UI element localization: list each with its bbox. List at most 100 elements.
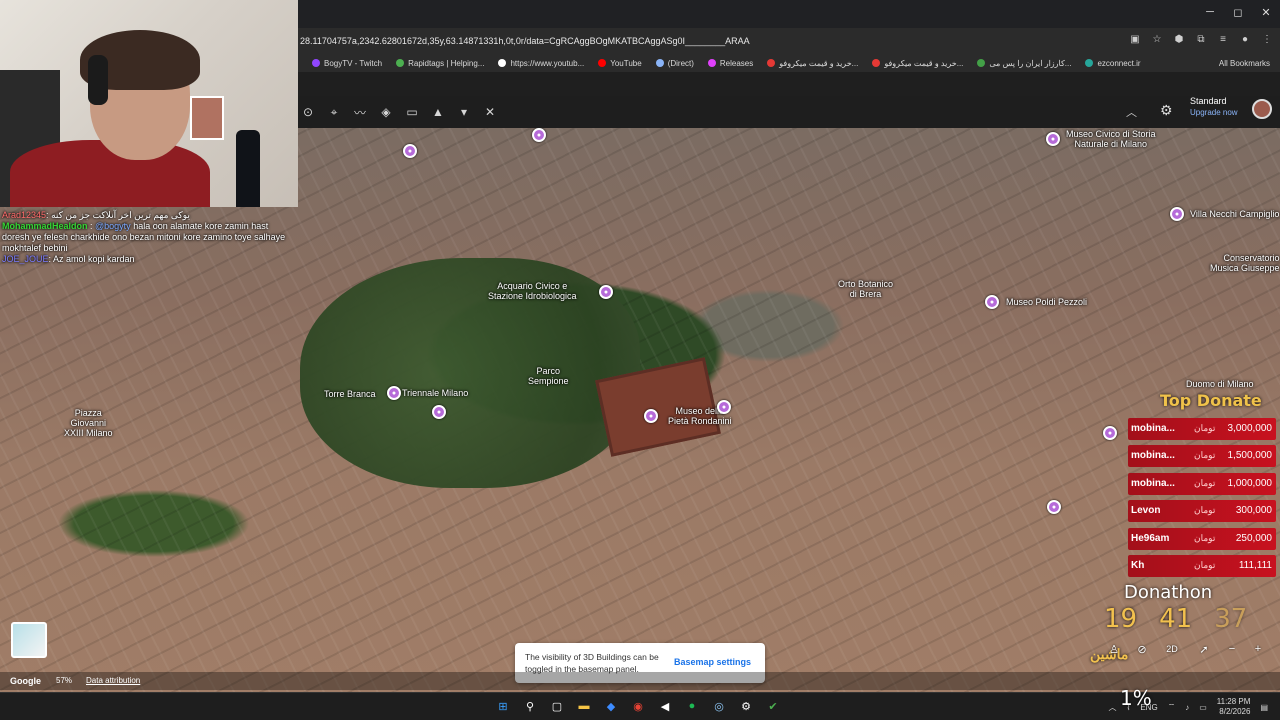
bookmark-favicon-icon [312, 59, 320, 67]
map-pin-icon[interactable]: ● [1170, 207, 1184, 221]
bookmark-item[interactable]: https://www.youtub... [498, 59, 584, 68]
poi-torre-branca[interactable]: Torre Branca [324, 389, 376, 399]
bookmark-item[interactable]: خرید و قیمت میکروفو... [767, 59, 858, 68]
all-bookmarks-button[interactable]: All Bookmarks [1219, 54, 1270, 72]
map-pin-icon[interactable]: ● [1046, 132, 1060, 146]
image-icon[interactable]: ▲ [428, 102, 448, 122]
maximize-icon[interactable]: ◻ [1224, 0, 1252, 24]
menu-icon[interactable]: ≡ [1216, 32, 1230, 46]
puzzle-icon[interactable]: ⧉ [1194, 32, 1208, 46]
file-explorer-icon[interactable]: ▬ [575, 697, 593, 715]
bookmark-item[interactable]: Rapidtags | Helping... [396, 59, 484, 68]
spotify-icon[interactable]: ● [683, 697, 701, 715]
poi-piazza-giovanni[interactable]: Piazza Giovanni XXIII Milano [64, 408, 113, 438]
bookmark-item[interactable]: خرید و قیمت میکروفو... [872, 59, 963, 68]
profile-icon[interactable]: ● [1238, 32, 1252, 46]
bookmark-item[interactable]: Releases [707, 59, 753, 68]
donathon-timer: 19 41 37 [1104, 604, 1247, 634]
donor-amount: 111,111 [1238, 559, 1272, 571]
poi-orto-botanico[interactable]: Orto Botanico di Brera [838, 279, 893, 299]
volume-icon[interactable]: ♪ [1185, 703, 1189, 712]
bookmark-item[interactable]: ezconnect.ir [1085, 59, 1141, 68]
vscode-icon[interactable]: ◆ [602, 697, 620, 715]
upgrade-link[interactable]: Upgrade now [1190, 107, 1238, 118]
epic-icon[interactable]: ◀ [656, 697, 674, 715]
basemap-thumbnail[interactable] [11, 622, 47, 658]
bookmark-favicon-icon [872, 59, 881, 67]
donation-list: mobina... تومان 3,000,000 mobina... تومان 1,5… [1128, 418, 1276, 582]
settings-icon[interactable]: ⚙ [737, 697, 755, 715]
search-icon[interactable]: ⚲ [521, 697, 539, 715]
battery-icon[interactable]: ▭ [1199, 703, 1207, 712]
poi-villa-necchi[interactable]: Villa Necchi Campiglio [1190, 209, 1279, 219]
map-pin-icon[interactable]: ● [403, 144, 417, 158]
notifications-icon[interactable]: ▤ [1260, 703, 1268, 712]
donor-currency: تومان [1194, 559, 1216, 570]
zoom-out-button[interactable]: − [1222, 640, 1242, 658]
windows-start-icon[interactable]: ⊞ [494, 697, 512, 715]
minimize-icon[interactable]: ─ [1196, 0, 1224, 24]
path-icon[interactable]: 〰 [350, 102, 370, 122]
map-pin-icon[interactable]: ● [387, 386, 401, 400]
cast-icon[interactable]: ▣ [1128, 32, 1142, 46]
pegman-icon[interactable]: ♙ [1104, 640, 1124, 658]
extension-icon[interactable]: ⬢ [1172, 32, 1186, 46]
donation-row: mobina... تومان 3,000,000 [1128, 418, 1276, 440]
map-pin-icon[interactable]: ● [432, 405, 446, 419]
chat-username: MohammadHealdon [2, 221, 88, 231]
task-view-icon[interactable]: ▢ [548, 697, 566, 715]
ruler-icon[interactable]: ▭ [402, 102, 422, 122]
plan-info[interactable]: Standard Upgrade now [1190, 96, 1238, 118]
map-pin-icon[interactable]: ● [985, 295, 999, 309]
toggle-2d-button[interactable]: 2D [1162, 640, 1182, 658]
bookmark-item[interactable]: کارزار ایران را پس می... [977, 59, 1071, 68]
map-pin-icon[interactable]: ● [717, 400, 731, 414]
chevron-up-icon[interactable]: ︿ [1126, 104, 1137, 120]
poi-storia-naturale[interactable]: Museo Civico di Storia Naturale di Milan… [1066, 129, 1156, 149]
tools-icon[interactable]: ✕ [480, 102, 500, 122]
history-icon[interactable]: ⊙ [298, 102, 318, 122]
tray-chevron-icon[interactable]: ︿ [1108, 702, 1116, 713]
poi-duomo[interactable]: Duomo di Milano [1186, 379, 1254, 389]
bookmark-item[interactable]: BogyTV - Twitch [312, 59, 382, 68]
chat-username: JOE_JOUE [2, 254, 49, 264]
poi-parco-sempione[interactable]: Parco Sempione [528, 366, 569, 386]
address-bar[interactable]: 28.11704757a,2342.62801672d,35y,63.14871… [298, 30, 1280, 52]
bookmark-star-icon[interactable]: ☆ [1150, 32, 1164, 46]
poi-conservatorio[interactable]: Conservatorio Musica Giuseppe [1210, 253, 1280, 273]
gear-icon[interactable]: ⚙ [1160, 102, 1173, 119]
close-icon[interactable]: ✕ [1252, 0, 1280, 24]
more-icon[interactable]: ⋮ [1260, 32, 1274, 46]
map-pin-icon[interactable]: ● [1103, 426, 1117, 440]
compass-off-icon[interactable]: ⊘ [1132, 640, 1152, 658]
poi-triennale[interactable]: Triennale Milano [402, 388, 468, 398]
compass-icon[interactable]: ➚ [1194, 640, 1214, 658]
map-pin-icon[interactable]: ● [532, 128, 546, 142]
wifi-icon[interactable]: ⌔ [1168, 702, 1176, 712]
dropdown-icon[interactable]: ▾ [454, 102, 474, 122]
zoom-in-button[interactable]: + [1248, 640, 1268, 658]
poi-acquario[interactable]: Acquario Civico e Stazione Idrobiologica [488, 281, 577, 301]
bookmark-label: https://www.youtub... [510, 58, 585, 68]
address-bar-icons: ▣ ☆ ⬢ ⧉ ≡ ● ⋮ [1128, 32, 1274, 46]
placemark-icon[interactable]: ⌖ [324, 102, 344, 122]
map-pin-icon[interactable]: ● [599, 285, 613, 299]
chrome-icon[interactable]: ◉ [629, 697, 647, 715]
basemap-settings-button[interactable]: Basemap settings [674, 657, 751, 667]
steam-icon[interactable]: ◎ [710, 697, 728, 715]
bookmark-favicon-icon [767, 59, 776, 67]
app-icon[interactable]: ✔ [764, 697, 782, 715]
data-attribution-link[interactable]: Data attribution [86, 676, 140, 685]
bookmark-item[interactable]: YouTube [598, 59, 642, 68]
bookmark-item[interactable]: (Direct) [655, 58, 694, 68]
map-pin-icon[interactable]: ● [644, 409, 658, 423]
map-pin-icon[interactable]: ● [1047, 500, 1061, 514]
headset [88, 55, 108, 105]
clock[interactable]: 11:28 PM 8/2/2026 [1217, 697, 1251, 717]
poi-poldi-pezzoli[interactable]: Museo Poldi Pezzoli [1006, 297, 1087, 307]
avatar[interactable] [1252, 99, 1272, 119]
donor-currency: تومان [1194, 477, 1216, 488]
url-text[interactable]: 28.11704757a,2342.62801672d,35y,63.14871… [298, 36, 750, 46]
bookmark-label: (Direct) [667, 58, 694, 68]
layers-icon[interactable]: ◈ [376, 102, 396, 122]
